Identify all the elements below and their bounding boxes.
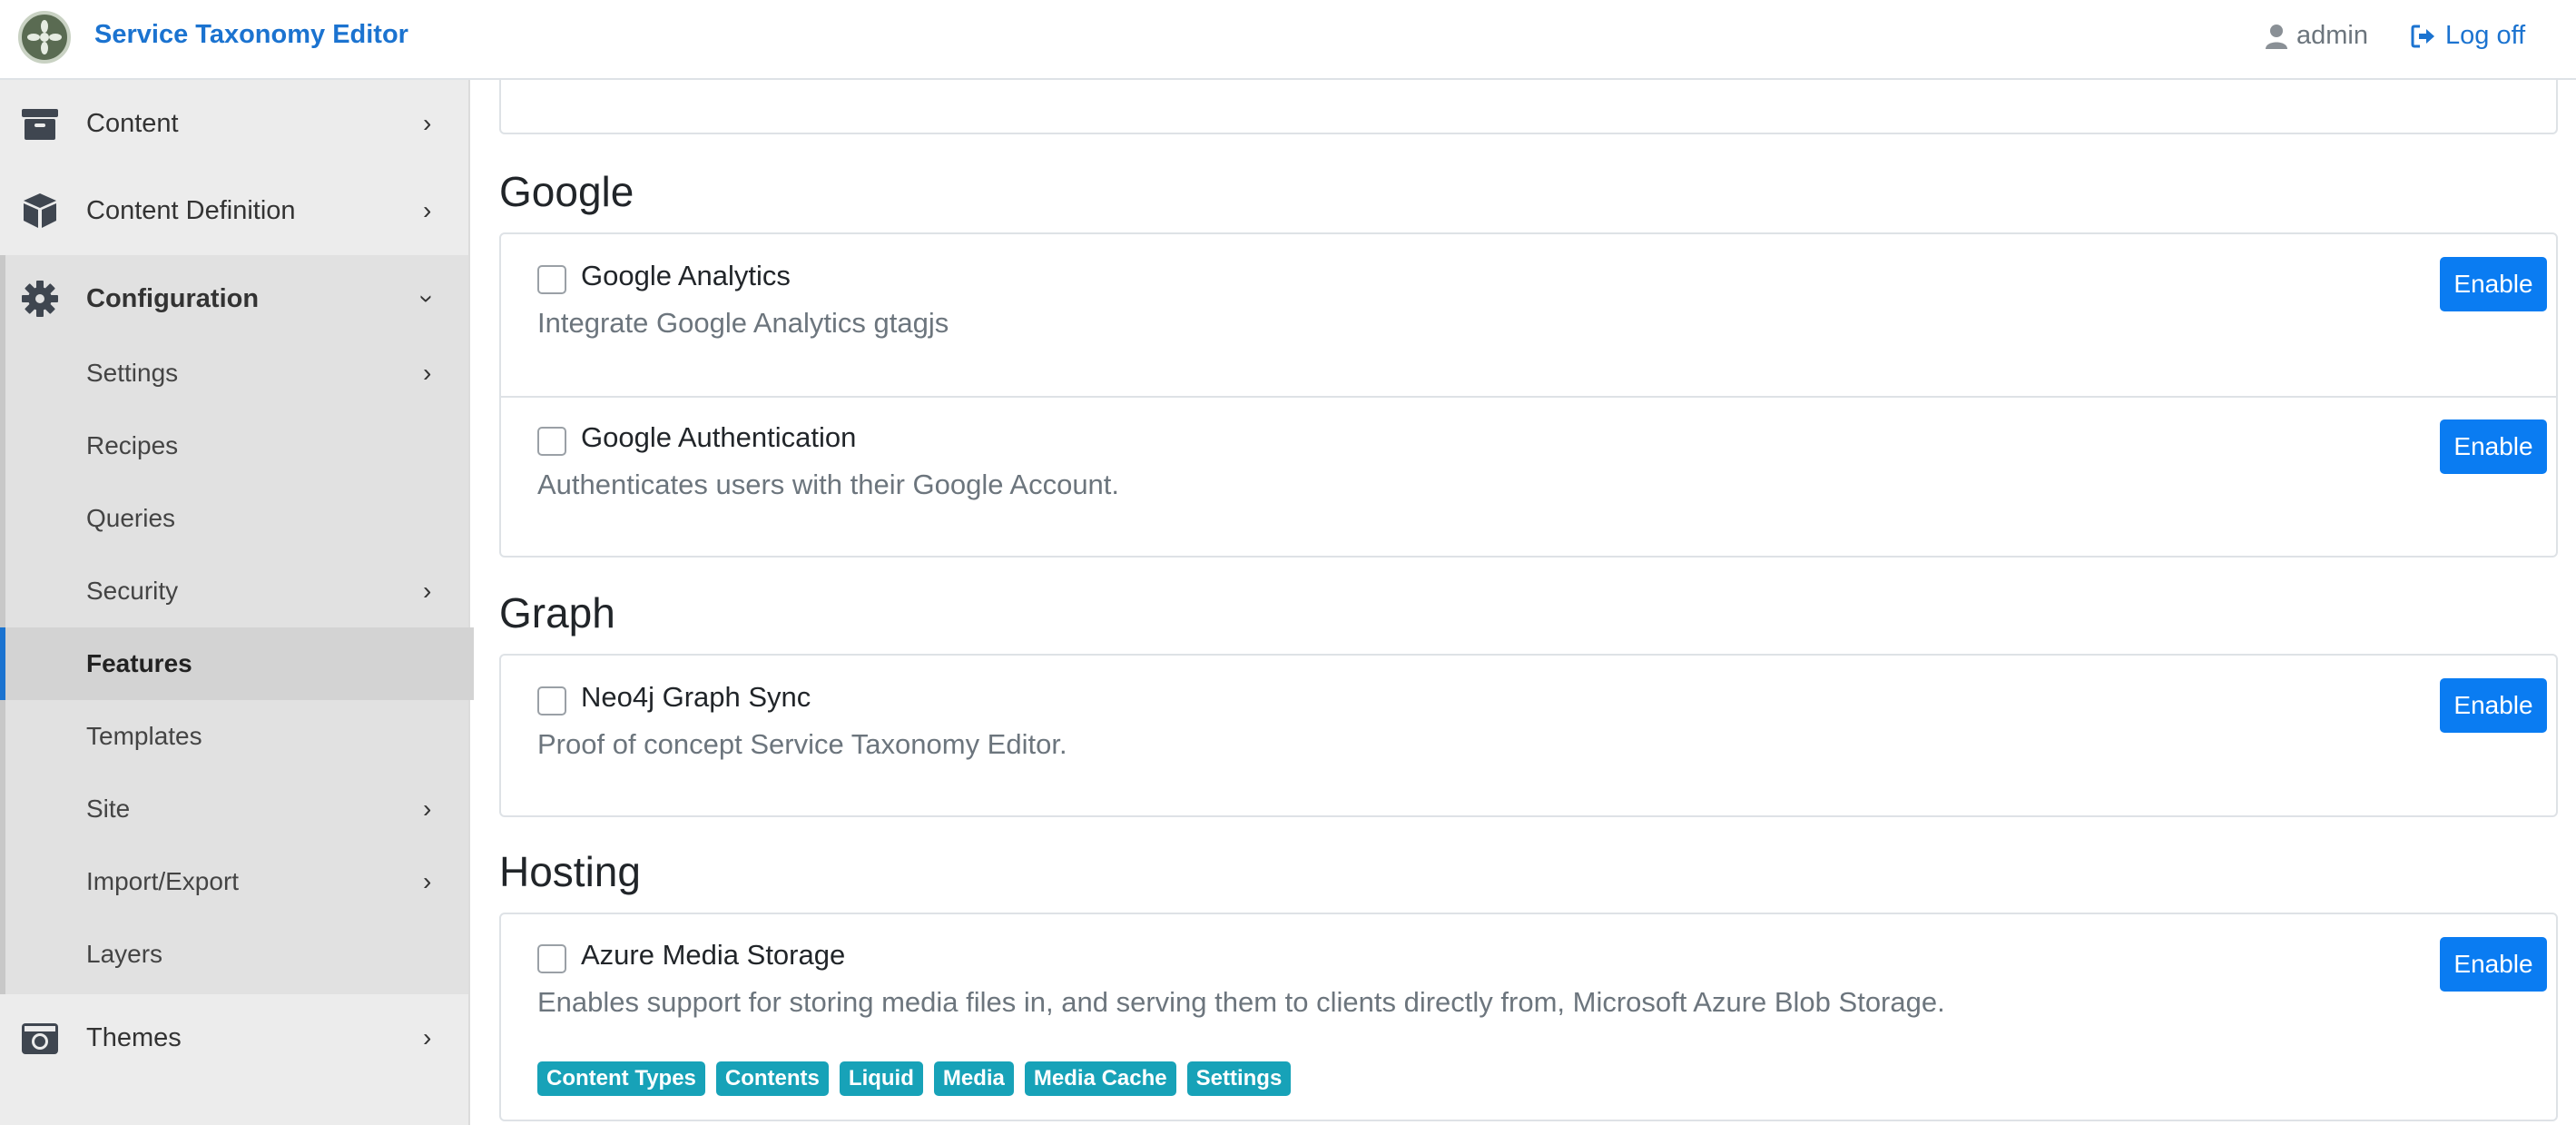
sidebar-item-themes[interactable]: Themes ›: [0, 994, 468, 1081]
sidebar: Content › Content Definition › Configura…: [0, 80, 474, 1125]
section-title-hosting: Hosting: [499, 848, 641, 895]
dependency-tag: Media Cache: [1024, 1061, 1176, 1096]
dependency-tag: Contents: [715, 1061, 829, 1096]
previous-feature-card: [499, 80, 2558, 134]
sidebar-item-site[interactable]: Site ›: [5, 773, 474, 845]
chevron-right-icon: ›: [423, 577, 432, 605]
feature-description: Proof of concept Service Taxonomy Editor…: [537, 728, 1067, 760]
user-name: admin: [2296, 21, 2368, 50]
sidebar-item-configuration[interactable]: Configuration ›: [0, 255, 468, 342]
sidebar-item-features[interactable]: Features: [0, 627, 474, 700]
sidebar-item-label: Settings: [86, 359, 179, 387]
chevron-right-icon: ›: [423, 196, 432, 224]
enable-button[interactable]: Enable: [2440, 257, 2547, 311]
gear-icon: [22, 281, 58, 317]
logoff-label: Log off: [2445, 21, 2526, 50]
camera-retro-icon: [22, 1023, 58, 1054]
sidebar-item-label: Themes: [86, 1022, 182, 1052]
feature-name: Google Analytics: [581, 260, 791, 291]
feature-checkbox[interactable]: [537, 944, 566, 973]
sidebar-item-layers[interactable]: Layers: [5, 918, 474, 991]
chevron-down-icon: ›: [413, 294, 442, 303]
feature-checkbox[interactable]: [537, 427, 566, 456]
section-title-graph: Graph: [499, 589, 615, 637]
feature-checkbox[interactable]: [537, 265, 566, 294]
feature-name: Azure Media Storage: [581, 939, 846, 971]
sidebar-item-label: Queries: [86, 504, 176, 532]
hosting-features-card: Azure Media Storage Enables support for …: [499, 913, 2558, 1121]
section-title-google: Google: [499, 168, 634, 215]
top-bar: Service Taxonomy Editor admin Log off: [0, 0, 2576, 80]
chevron-right-icon: ›: [423, 867, 432, 895]
features-list: Google Google Analytics Integrate Google…: [472, 80, 2576, 1125]
dependency-tag: Liquid: [839, 1061, 923, 1096]
feature-name: Google Authentication: [581, 421, 857, 453]
cube-icon: [24, 193, 56, 228]
google-features-card: Google Analytics Integrate Google Analyt…: [499, 232, 2558, 558]
sidebar-item-import-export[interactable]: Import/Export ›: [5, 845, 474, 918]
chevron-right-icon: ›: [423, 359, 432, 387]
sidebar-item-label: Security: [86, 577, 179, 605]
dependency-tag: Media: [933, 1061, 1014, 1096]
sidebar-item-content[interactable]: Content ›: [0, 80, 468, 167]
feature-checkbox[interactable]: [537, 686, 566, 715]
feature-description: Authenticates users with their Google Ac…: [537, 469, 1120, 500]
feature-azure-media-storage: Azure Media Storage Enables support for …: [501, 914, 2556, 1121]
sidebar-item-label: Content Definition: [86, 195, 296, 225]
configuration-group: Configuration › Settings › Recipes Queri…: [0, 255, 474, 994]
sidebar-item-label: Content: [86, 108, 179, 138]
chevron-right-icon: ›: [423, 794, 432, 823]
chevron-right-icon: ›: [423, 1023, 432, 1051]
user-menu[interactable]: admin: [2266, 21, 2368, 51]
feature-google-authentication: Google Authentication Authenticates user…: [501, 396, 2556, 558]
dependency-tag: Content Types: [537, 1061, 705, 1096]
sidebar-item-label: Recipes: [86, 431, 179, 459]
sidebar-item-label: Templates: [86, 722, 202, 750]
logo-icon[interactable]: [18, 11, 71, 64]
logoff-link[interactable]: Log off: [2411, 21, 2525, 51]
feature-google-analytics: Google Analytics Integrate Google Analyt…: [501, 234, 2556, 396]
sidebar-item-templates[interactable]: Templates: [5, 700, 474, 773]
archive-icon: [22, 109, 58, 140]
sign-out-icon: [2411, 25, 2434, 47]
enable-button[interactable]: Enable: [2440, 937, 2547, 992]
sidebar-item-label: Import/Export: [86, 867, 240, 895]
chevron-right-icon: ›: [423, 109, 432, 137]
sidebar-item-label: Features: [86, 649, 192, 677]
feature-neo4j-graph-sync: Neo4j Graph Sync Proof of concept Servic…: [501, 656, 2556, 817]
enable-button[interactable]: Enable: [2440, 419, 2547, 474]
feature-name: Neo4j Graph Sync: [581, 681, 811, 713]
enable-button[interactable]: Enable: [2440, 678, 2547, 733]
feature-description: Enables support for storing media files …: [537, 986, 1945, 1018]
sidebar-item-queries[interactable]: Queries: [5, 482, 474, 555]
feature-description: Integrate Google Analytics gtagjs: [537, 307, 949, 339]
dependency-tags: Content Types Contents Liquid Media Medi…: [537, 1061, 1292, 1096]
sidebar-item-settings[interactable]: Settings ›: [5, 337, 474, 410]
sidebar-item-content-definition[interactable]: Content Definition ›: [0, 167, 468, 254]
sidebar-item-label: Site: [86, 794, 131, 823]
sidebar-item-label: Configuration: [86, 283, 260, 313]
graph-features-card: Neo4j Graph Sync Proof of concept Servic…: [499, 654, 2558, 817]
user-icon: [2266, 24, 2287, 49]
sidebar-item-security[interactable]: Security ›: [5, 555, 474, 627]
dependency-tag: Settings: [1186, 1061, 1292, 1096]
sidebar-item-label: Layers: [86, 940, 163, 968]
sidebar-item-recipes[interactable]: Recipes: [5, 410, 474, 482]
brand-title[interactable]: Service Taxonomy Editor: [94, 20, 408, 50]
